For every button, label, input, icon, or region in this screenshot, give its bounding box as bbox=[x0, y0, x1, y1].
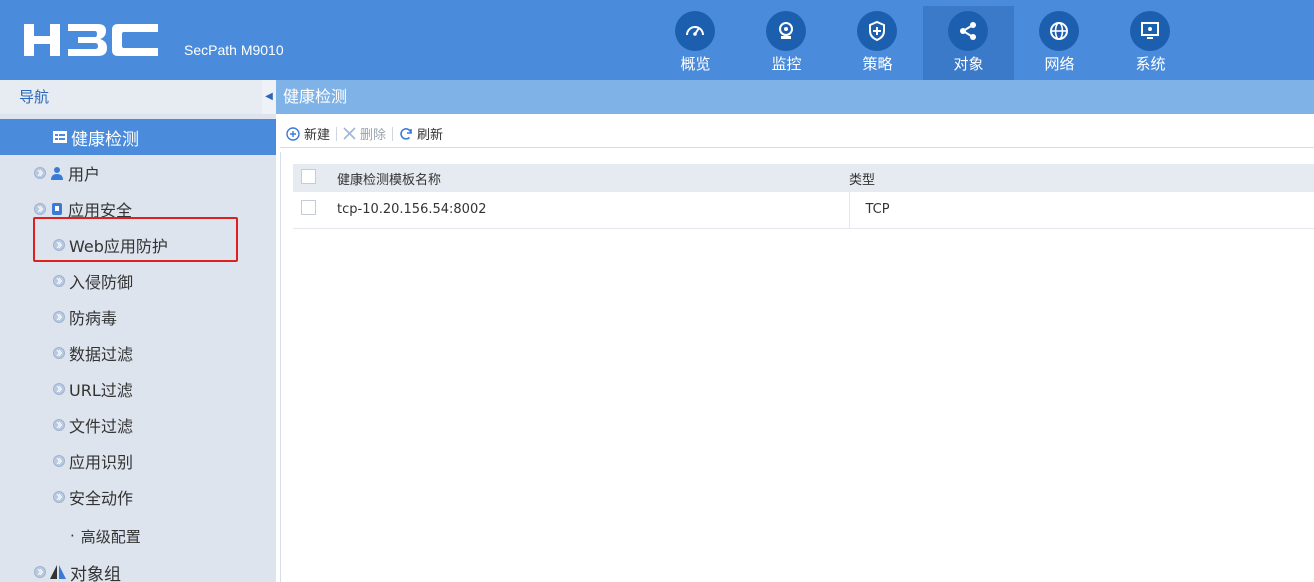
column-header-type[interactable]: 类型 bbox=[849, 164, 1314, 192]
select-all-cell bbox=[293, 164, 337, 192]
select-all-checkbox[interactable] bbox=[301, 168, 316, 184]
row-checkbox[interactable] bbox=[301, 200, 316, 216]
delete-label: 删除 bbox=[360, 128, 387, 143]
tab-label: 策略 bbox=[862, 55, 893, 73]
expand-icon bbox=[53, 419, 65, 431]
sidebar-item-label: 应用识别 bbox=[69, 453, 134, 472]
refresh-button[interactable]: 刷新 bbox=[393, 124, 449, 143]
main-content: 健康检测 新建 删除 刷新 健康检测模板名称 类型 tcp-10.20.156.… bbox=[276, 80, 1314, 582]
globe-icon bbox=[1039, 11, 1079, 51]
expand-icon bbox=[53, 491, 65, 503]
expand-icon bbox=[34, 167, 46, 179]
camera-icon bbox=[766, 11, 806, 51]
product-name: SecPath M9010 bbox=[184, 42, 284, 58]
sidebar-item-antivirus[interactable]: 防病毒 bbox=[0, 299, 276, 335]
tab-label: 网络 bbox=[1044, 55, 1075, 73]
tab-overview[interactable]: 概览 bbox=[650, 6, 741, 80]
sidebar-item-label: 安全动作 bbox=[69, 489, 134, 508]
delete-x-icon bbox=[343, 127, 356, 140]
sidebar-item-data-filter[interactable]: 数据过滤 bbox=[0, 335, 276, 371]
table-row[interactable]: tcp-10.20.156.54:8002 TCP bbox=[293, 192, 1314, 228]
expand-icon bbox=[53, 455, 65, 467]
collapse-sidebar-icon[interactable]: ◀ bbox=[262, 80, 276, 114]
sidebar-item-label: 入侵防御 bbox=[69, 273, 134, 292]
toolbar: 新建 删除 刷新 bbox=[280, 120, 1314, 148]
sidebar-item-object-group[interactable]: 对象组 bbox=[0, 554, 276, 582]
sidebar-item-label: 健康检测 bbox=[71, 129, 139, 150]
tab-label: 系统 bbox=[1135, 55, 1166, 73]
sidebar-item-label: 数据过滤 bbox=[69, 345, 134, 364]
app-security-icon bbox=[50, 202, 64, 216]
delete-button[interactable]: 删除 bbox=[337, 124, 392, 143]
tab-monitor[interactable]: 监控 bbox=[741, 6, 832, 80]
sidebar-item-security-action[interactable]: 安全动作 bbox=[0, 479, 276, 515]
health-check-table: 健康检测模板名称 类型 tcp-10.20.156.54:8002 TCP bbox=[293, 164, 1314, 229]
highlight-box bbox=[33, 217, 238, 262]
tab-label: 对象 bbox=[953, 55, 984, 73]
sidebar-item-user[interactable]: 用户 bbox=[0, 155, 276, 191]
cell-type: TCP bbox=[848, 192, 1314, 228]
shield-plus-icon bbox=[857, 11, 897, 51]
tab-network[interactable]: 网络 bbox=[1014, 6, 1105, 80]
sidebar-item-ips[interactable]: 入侵防御 bbox=[0, 263, 276, 299]
expand-icon bbox=[34, 566, 46, 578]
expand-icon bbox=[53, 311, 65, 323]
speedometer-icon bbox=[675, 11, 715, 51]
sidebar-item-label: 文件过滤 bbox=[69, 417, 134, 436]
sidebar-item-label: 高级配置 bbox=[80, 527, 141, 546]
sidebar-title: 导航 bbox=[0, 80, 262, 114]
sidebar-item-label: 用户 bbox=[68, 165, 101, 184]
h3c-logo bbox=[24, 24, 158, 56]
cell-template-name[interactable]: tcp-10.20.156.54:8002 bbox=[337, 192, 849, 228]
sidebar-item-advanced-config[interactable]: · 高级配置 bbox=[0, 518, 276, 554]
expand-icon bbox=[53, 347, 65, 359]
top-header: SecPath M9010 概览 监控 策略 对象 网络 系统 bbox=[0, 0, 1314, 80]
dot-icon: · bbox=[70, 527, 75, 545]
breadcrumb: 健康检测 bbox=[276, 80, 1314, 114]
sidebar-item-app-identify[interactable]: 应用识别 bbox=[0, 443, 276, 479]
tab-policy[interactable]: 策略 bbox=[832, 6, 923, 80]
sidebar-item-file-filter[interactable]: 文件过滤 bbox=[0, 407, 276, 443]
expand-icon bbox=[34, 203, 46, 215]
sidebar-item-label: 防病毒 bbox=[69, 309, 118, 328]
list-icon bbox=[53, 131, 67, 143]
top-nav: 概览 监控 策略 对象 网络 系统 bbox=[650, 6, 1196, 80]
sidebar-item-label: URL过滤 bbox=[69, 381, 133, 400]
sidebar: 导航 ◀ 健康检测 用户 应用安全 Web应用防护 入侵防御 防病毒 数据过滤 … bbox=[0, 80, 276, 582]
new-button[interactable]: 新建 bbox=[280, 124, 336, 143]
table-panel: 健康检测模板名称 类型 tcp-10.20.156.54:8002 TCP bbox=[280, 152, 1314, 582]
table-header-row: 健康检测模板名称 类型 bbox=[293, 164, 1314, 192]
tab-object[interactable]: 对象 bbox=[923, 6, 1014, 80]
app-window: SecPath M9010 概览 监控 策略 对象 网络 系统 导航 ◀ 健康检… bbox=[0, 0, 1314, 582]
sidebar-item-label: 对象组 bbox=[70, 564, 121, 582]
tab-label: 监控 bbox=[771, 55, 802, 73]
refresh-icon bbox=[400, 127, 412, 140]
object-group-icon bbox=[50, 565, 66, 579]
row-select-cell bbox=[293, 192, 337, 228]
expand-icon bbox=[53, 275, 65, 287]
tab-label: 概览 bbox=[680, 55, 711, 73]
tab-system[interactable]: 系统 bbox=[1105, 6, 1196, 80]
monitor-icon bbox=[1130, 11, 1170, 51]
sidebar-item-url-filter[interactable]: URL过滤 bbox=[0, 371, 276, 407]
share-nodes-icon bbox=[948, 11, 988, 51]
add-circle-icon bbox=[286, 126, 300, 141]
refresh-label: 刷新 bbox=[417, 128, 444, 143]
column-header-name[interactable]: 健康检测模板名称 bbox=[337, 164, 849, 192]
user-icon bbox=[50, 166, 64, 180]
expand-icon bbox=[53, 383, 65, 395]
new-label: 新建 bbox=[304, 128, 331, 143]
sidebar-item-health-check[interactable]: 健康检测 bbox=[0, 119, 276, 155]
